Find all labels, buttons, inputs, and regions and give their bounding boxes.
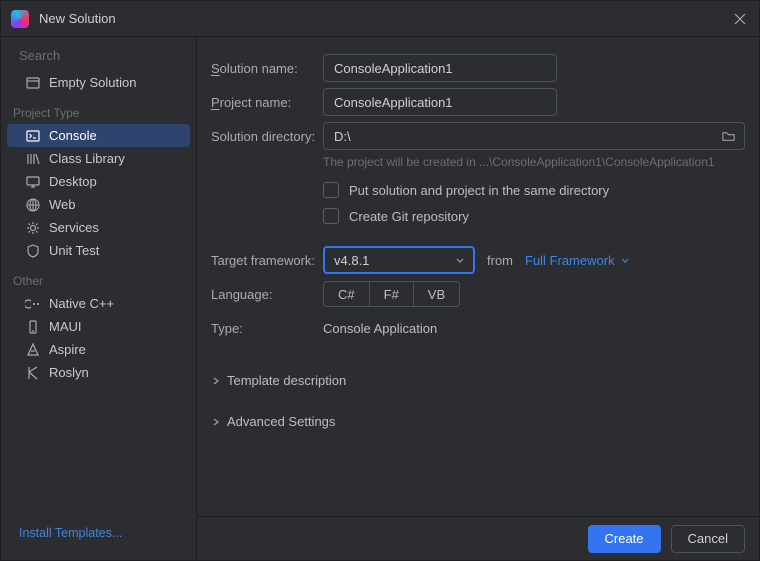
template-description-expander[interactable]: Template description	[211, 359, 745, 394]
solution-directory-input[interactable]: D:\	[323, 122, 745, 150]
window-icon	[25, 75, 41, 91]
framework-source-link[interactable]: Full Framework	[525, 253, 631, 268]
sidebar-item-label: Services	[49, 220, 99, 235]
close-button[interactable]	[731, 10, 749, 28]
cpp-icon	[25, 296, 41, 312]
create-button[interactable]: Create	[588, 525, 661, 553]
sidebar-section-project-type: Project Type	[1, 94, 196, 124]
sidebar-section-other: Other	[1, 262, 196, 292]
chevron-right-icon	[211, 417, 221, 427]
expander-label: Template description	[227, 373, 346, 388]
framework-source-value: Full Framework	[525, 253, 615, 268]
language-label: Language:	[211, 287, 323, 302]
device-icon	[25, 319, 41, 335]
language-fsharp[interactable]: F#	[370, 282, 414, 306]
terminal-icon	[25, 128, 41, 144]
expander-label: Advanced Settings	[227, 414, 335, 429]
solution-name-label: Solution name:	[211, 61, 323, 76]
install-templates-link[interactable]: Install Templates...	[1, 516, 196, 554]
sidebar-item-aspire[interactable]: Aspire	[7, 338, 190, 361]
type-label: Type:	[211, 321, 323, 336]
sidebar-item-label: Unit Test	[49, 243, 99, 258]
search-input[interactable]	[19, 48, 195, 63]
app-icon	[11, 10, 29, 28]
sidebar: Empty Solution Project Type Console Clas…	[1, 37, 197, 560]
shield-icon	[25, 243, 41, 259]
sidebar-item-label: Roslyn	[49, 365, 89, 380]
monitor-icon	[25, 174, 41, 190]
solution-directory-value: D:\	[334, 129, 713, 144]
window-title: New Solution	[39, 11, 116, 26]
sidebar-item-label: Desktop	[49, 174, 97, 189]
sidebar-item-label: Web	[49, 197, 76, 212]
from-text: from	[487, 253, 513, 268]
sidebar-nav: Empty Solution Project Type Console Clas…	[1, 71, 196, 516]
folder-icon[interactable]	[721, 129, 736, 144]
advanced-settings-expander[interactable]: Advanced Settings	[211, 400, 745, 435]
project-name-label: Project name:	[211, 95, 323, 110]
directory-helper-text: The project will be created in ...\Conso…	[211, 153, 745, 177]
sidebar-item-native-cpp[interactable]: Native C++	[7, 292, 190, 315]
chevron-down-icon	[619, 254, 631, 266]
language-segmented: C# F# VB	[323, 281, 460, 307]
same-directory-label[interactable]: Put solution and project in the same dir…	[349, 183, 609, 198]
git-repository-label[interactable]: Create Git repository	[349, 209, 469, 224]
target-framework-value: v4.8.1	[334, 253, 454, 268]
sidebar-item-unit-test[interactable]: Unit Test	[7, 239, 190, 262]
sidebar-item-empty-solution[interactable]: Empty Solution	[7, 71, 190, 94]
globe-icon	[25, 197, 41, 213]
same-directory-checkbox[interactable]	[323, 182, 339, 198]
git-repository-checkbox[interactable]	[323, 208, 339, 224]
sidebar-item-label: Native C++	[49, 296, 114, 311]
chevron-down-icon	[454, 254, 466, 266]
sidebar-item-console[interactable]: Console	[7, 124, 190, 147]
cancel-button[interactable]: Cancel	[671, 525, 745, 553]
sidebar-item-label: MAUI	[49, 319, 82, 334]
sidebar-item-class-library[interactable]: Class Library	[7, 147, 190, 170]
sidebar-item-maui[interactable]: MAUI	[7, 315, 190, 338]
solution-name-input[interactable]	[323, 54, 557, 82]
sidebar-item-roslyn[interactable]: Roslyn	[7, 361, 190, 384]
chevron-right-icon	[211, 376, 221, 386]
sidebar-item-label: Class Library	[49, 151, 125, 166]
sidebar-item-label: Console	[49, 128, 97, 143]
roslyn-icon	[25, 365, 41, 381]
type-value: Console Application	[323, 321, 437, 336]
target-framework-combo[interactable]: v4.8.1	[323, 246, 475, 274]
project-name-input[interactable]	[323, 88, 557, 116]
target-framework-label: Target framework:	[211, 253, 323, 268]
language-vb[interactable]: VB	[414, 282, 459, 306]
solution-directory-label: Solution directory:	[211, 129, 323, 144]
aspire-icon	[25, 342, 41, 358]
sidebar-item-services[interactable]: Services	[7, 216, 190, 239]
sidebar-item-web[interactable]: Web	[7, 193, 190, 216]
sidebar-item-desktop[interactable]: Desktop	[7, 170, 190, 193]
language-csharp[interactable]: C#	[324, 282, 370, 306]
sidebar-item-label: Empty Solution	[49, 75, 136, 90]
sidebar-item-label: Aspire	[49, 342, 86, 357]
search-box[interactable]	[1, 43, 196, 71]
gear-icon	[25, 220, 41, 236]
books-icon	[25, 151, 41, 167]
